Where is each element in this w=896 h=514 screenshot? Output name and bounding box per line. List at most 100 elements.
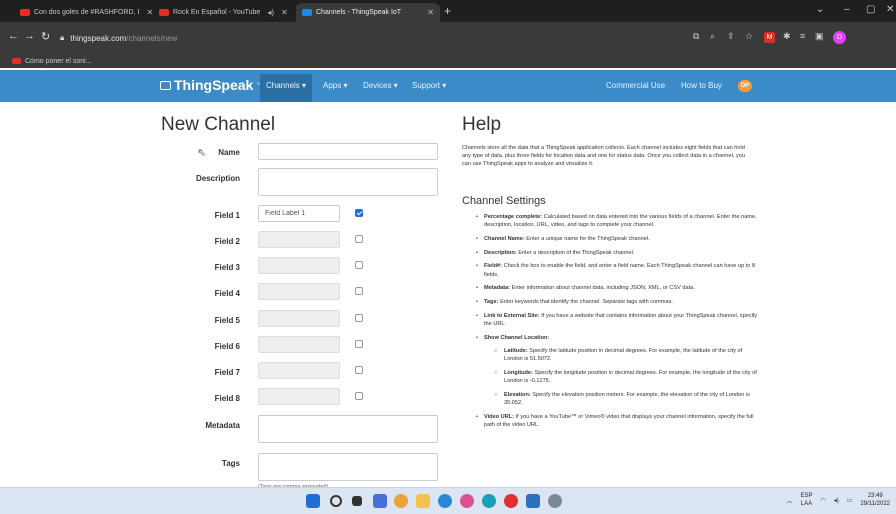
description-label: Description bbox=[195, 174, 240, 183]
tab-thingspeak[interactable]: Channels - ThingSpeak IoT ✕ bbox=[296, 3, 440, 22]
volume-icon[interactable]: ◂) bbox=[834, 497, 839, 504]
clock[interactable]: 23:49 29/11/2022 bbox=[860, 492, 890, 508]
help-text: Specify the longitude position in decima… bbox=[504, 370, 757, 385]
help-term: Elevation: bbox=[504, 392, 531, 399]
close-window-icon[interactable]: ✕ bbox=[886, 4, 894, 15]
help-list-item: Elevation: Specify the elevation positio… bbox=[474, 391, 758, 407]
field-6-checkbox[interactable] bbox=[355, 340, 363, 348]
field-1-checkbox[interactable] bbox=[355, 209, 363, 217]
nav-how-to-buy[interactable]: How to Buy bbox=[681, 81, 722, 102]
field-4-input[interactable] bbox=[258, 283, 340, 300]
field-2-input[interactable] bbox=[258, 231, 340, 248]
help-text: Specify the elevation position meters. F… bbox=[504, 392, 750, 407]
new-tab-button[interactable]: + bbox=[444, 4, 451, 18]
minimize-icon[interactable]: – bbox=[844, 4, 850, 15]
logo-text: ThingSpeak bbox=[174, 77, 254, 93]
field-4-checkbox[interactable] bbox=[355, 287, 363, 295]
share-icon[interactable]: ⇪ bbox=[727, 31, 735, 42]
audio-icon[interactable]: ◂) bbox=[267, 8, 274, 17]
thingspeak-icon bbox=[302, 9, 312, 16]
opera-icon[interactable] bbox=[504, 494, 518, 508]
nav-commercial-use[interactable]: Commercial Use bbox=[606, 81, 665, 102]
edge-icon[interactable] bbox=[438, 494, 452, 508]
field-label: Field 7 bbox=[214, 368, 240, 377]
field-1-input[interactable] bbox=[258, 205, 340, 222]
extension-icon[interactable]: M bbox=[764, 32, 775, 43]
description-textarea[interactable] bbox=[258, 168, 438, 196]
app-icon[interactable] bbox=[482, 494, 496, 508]
help-term: Field#: bbox=[484, 263, 503, 270]
field-2-checkbox[interactable] bbox=[355, 235, 363, 243]
url-input[interactable]: 🔒︎ thingspeak.com/channels/new bbox=[60, 27, 580, 49]
tab-title: Con dos goles de #RASHFORD, I bbox=[34, 9, 140, 16]
thingspeak-logo[interactable]: ThingSpeak ™ bbox=[160, 77, 261, 93]
help-text: Enter a description of the ThingSpeak ch… bbox=[516, 249, 635, 256]
maximize-icon[interactable]: ▢ bbox=[866, 4, 875, 15]
wifi-icon[interactable]: ◠ bbox=[820, 497, 825, 504]
user-avatar[interactable]: DP bbox=[738, 80, 752, 92]
chrome-icon[interactable] bbox=[394, 494, 408, 508]
browser-tab-bar: Con dos goles de #RASHFORD, I ✕ Rock En … bbox=[0, 0, 896, 22]
lock-icon: 🔒︎ bbox=[60, 33, 65, 42]
page-content: New Channel ⇖ Name Description Field 1 F… bbox=[0, 102, 896, 490]
field-8-input[interactable] bbox=[258, 388, 340, 405]
help-text: Enter a unique name for the ThingSpeak c… bbox=[524, 235, 650, 242]
close-icon[interactable]: ✕ bbox=[427, 8, 434, 17]
reading-list-icon[interactable]: ≡ bbox=[800, 31, 805, 41]
app-icon[interactable] bbox=[548, 494, 562, 508]
tags-textarea[interactable] bbox=[258, 453, 438, 481]
channel-name-input[interactable] bbox=[258, 143, 438, 160]
chat-icon[interactable] bbox=[373, 494, 387, 508]
help-list-item: Link to External Site: If you have a web… bbox=[474, 312, 758, 328]
help-term: Link to External Site: bbox=[484, 312, 540, 319]
reload-icon[interactable]: ↻ bbox=[41, 30, 50, 43]
close-icon[interactable]: ✕ bbox=[281, 8, 288, 17]
extensions-puzzle-icon[interactable]: ✱ bbox=[783, 31, 791, 42]
field-6-input[interactable] bbox=[258, 336, 340, 353]
bookmark-star-icon[interactable]: ☆ bbox=[745, 31, 753, 42]
task-view-icon[interactable] bbox=[352, 496, 362, 506]
zoom-icon[interactable]: ⌕ bbox=[710, 31, 715, 42]
nav-apps[interactable]: Apps ▾ bbox=[323, 81, 347, 102]
side-panel-icon[interactable]: ▣ bbox=[815, 31, 824, 42]
tab-youtube-rock[interactable]: Rock En Español - YouTube ◂) ✕ bbox=[153, 3, 293, 22]
field-3-input[interactable] bbox=[258, 257, 340, 274]
field-5-checkbox[interactable] bbox=[355, 314, 363, 322]
mail-icon[interactable] bbox=[526, 494, 540, 508]
translate-icon[interactable]: ⧉ bbox=[693, 31, 699, 42]
chevron-up-icon[interactable]: ︿ bbox=[786, 496, 792, 505]
tab-search-icon[interactable]: ⌄ bbox=[816, 4, 824, 15]
field-3-checkbox[interactable] bbox=[355, 261, 363, 269]
youtube-icon bbox=[20, 9, 30, 16]
help-term: Show Channel Location: bbox=[484, 334, 550, 341]
tab-youtube-rashford[interactable]: Con dos goles de #RASHFORD, I ✕ bbox=[14, 3, 152, 22]
app-icon[interactable] bbox=[460, 494, 474, 508]
profile-avatar[interactable]: D bbox=[833, 31, 846, 44]
language-indicator[interactable]: ESP LAA bbox=[800, 492, 812, 508]
field-7-checkbox[interactable] bbox=[355, 366, 363, 374]
forward-icon[interactable]: → bbox=[24, 30, 35, 42]
help-term: Latitude: bbox=[504, 348, 528, 355]
field-7-input[interactable] bbox=[258, 362, 340, 379]
site-navbar: ThingSpeak ™ Channels ▾ Apps ▾ Devices ▾ … bbox=[0, 70, 896, 102]
field-8-checkbox[interactable] bbox=[355, 392, 363, 400]
nav-channels[interactable]: Channels ▾ bbox=[260, 74, 313, 102]
metadata-textarea[interactable] bbox=[258, 415, 438, 443]
back-icon[interactable]: ← bbox=[8, 30, 19, 42]
tab-title: Channels - ThingSpeak IoT bbox=[316, 9, 402, 16]
help-text: Check the box to enable the field, and e… bbox=[484, 263, 756, 278]
bookmark-item[interactable]: Cómo poner el soni... bbox=[25, 58, 92, 65]
nav-devices[interactable]: Devices ▾ bbox=[363, 81, 398, 102]
youtube-icon bbox=[159, 9, 169, 16]
search-icon[interactable] bbox=[330, 495, 342, 507]
address-bar-row: ← → ↻ 🔒︎ thingspeak.com/channels/new ⧉ ⌕… bbox=[0, 22, 896, 54]
field-5-input[interactable] bbox=[258, 310, 340, 327]
help-list-item: Channel Name: Enter a unique name for th… bbox=[474, 235, 758, 243]
battery-icon[interactable]: ▭ bbox=[847, 497, 853, 504]
close-icon[interactable]: ✕ bbox=[146, 8, 152, 17]
file-explorer-icon[interactable] bbox=[416, 494, 430, 508]
windows-start-icon[interactable] bbox=[306, 494, 320, 508]
nav-support[interactable]: Support ▾ bbox=[412, 81, 446, 102]
field-label: Field 8 bbox=[214, 394, 240, 403]
help-term: Percentage complete: bbox=[484, 214, 543, 220]
